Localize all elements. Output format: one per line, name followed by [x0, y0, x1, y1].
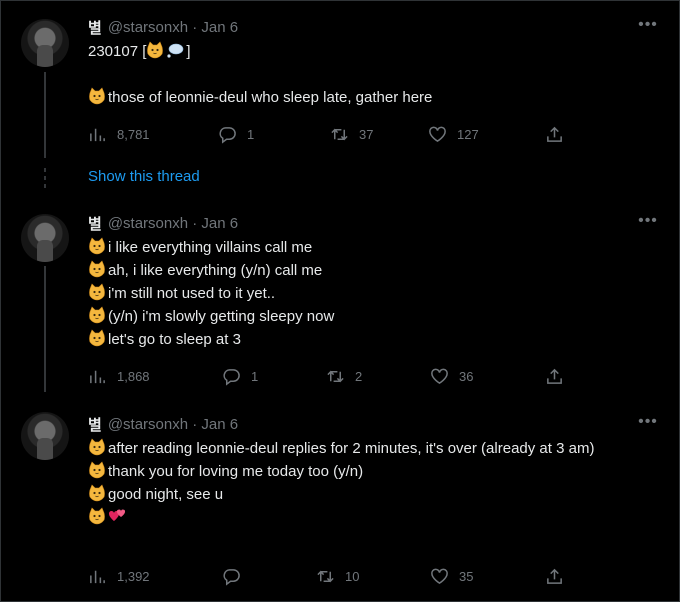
reply-icon: [219, 126, 236, 144]
tweet-line: good night, see u: [108, 486, 224, 503]
views-icon: [90, 128, 105, 141]
display-name[interactable]: 별: [88, 17, 102, 38]
share-icon: [547, 126, 562, 142]
like-button[interactable]: 36: [430, 366, 473, 386]
views-icon: [90, 570, 105, 583]
avatar[interactable]: [21, 412, 69, 460]
like-icon: [431, 568, 448, 584]
cat-face-emoji: [89, 329, 105, 347]
reply-count: 1: [251, 368, 259, 384]
tweet-line: after reading leonnie-deul replies for 2…: [108, 440, 595, 457]
display-name[interactable]: 별: [88, 414, 102, 435]
views-button[interactable]: 1,392: [88, 566, 150, 586]
reply-button[interactable]: [222, 566, 251, 586]
cat-face-emoji: [89, 306, 105, 324]
cat-face-emoji: [147, 41, 164, 59]
thread-line: [44, 266, 46, 392]
more-icon[interactable]: •••: [638, 17, 658, 38]
cat-face-emoji: [89, 438, 105, 456]
views-count: 8,781: [117, 126, 150, 142]
share-icon: [547, 568, 562, 584]
reply-button[interactable]: 1: [222, 366, 258, 386]
handle-date[interactable]: @starsonxh · Jan 6: [108, 215, 238, 232]
tweet-line: (y/n) i'm slowly getting sleepy now: [108, 308, 335, 325]
reply-count: 1: [247, 126, 255, 142]
retweet-count: 37: [359, 126, 374, 142]
tweet-line: thank you for loving me today too (y/n): [108, 463, 364, 480]
retweet-icon: [331, 128, 348, 140]
tweet-line: i like everything villains call me: [108, 239, 313, 256]
retweet-icon: [327, 370, 344, 382]
thread-dots: [44, 168, 46, 192]
avatar[interactable]: [21, 19, 69, 67]
handle-date[interactable]: @starsonxh · Jan 6: [108, 416, 238, 433]
like-icon: [431, 368, 448, 384]
like-count: 35: [459, 568, 474, 584]
cat-face-emoji: [89, 260, 105, 278]
like-count: 36: [459, 368, 474, 384]
retweet-button[interactable]: 37: [330, 124, 373, 144]
like-icon: [429, 126, 446, 142]
tweet-header: 별 @starsonxh · Jan 6: [88, 17, 238, 37]
thread-line: [44, 72, 46, 158]
cat-face-emoji: [89, 87, 105, 105]
tweet-line: ah, i like everything (y/n) call me: [108, 262, 323, 279]
views-button[interactable]: 1,868: [88, 366, 150, 386]
tweet-header: 별 @starsonxh · Jan 6: [88, 414, 238, 434]
tweet-line: let's go to sleep at 3: [108, 331, 241, 348]
retweet-count: 10: [345, 568, 360, 584]
display-name[interactable]: 별: [88, 213, 102, 234]
tweet-text: after reading leonnie-deul replies for 2…: [88, 437, 638, 529]
like-button[interactable]: 127: [428, 124, 479, 144]
reply-button[interactable]: 1: [218, 124, 254, 144]
like-button[interactable]: 35: [430, 566, 473, 586]
views-button[interactable]: 8,781: [88, 124, 150, 144]
avatar[interactable]: [21, 214, 69, 262]
tweet-text: 230107 [] those of leonnie-deul who slee…: [88, 40, 648, 109]
like-count: 127: [457, 126, 479, 142]
share-button[interactable]: [545, 124, 564, 144]
two-hearts-emoji: [108, 509, 126, 521]
thought-balloon-emoji: [167, 43, 184, 58]
tweet-line-suffix: ]: [186, 43, 191, 60]
retweet-button[interactable]: 2: [326, 366, 362, 386]
more-icon[interactable]: •••: [638, 414, 658, 435]
cat-face-emoji: [89, 237, 105, 255]
retweet-count: 2: [355, 368, 363, 384]
handle-date[interactable]: @starsonxh · Jan 6: [108, 19, 238, 36]
retweet-button[interactable]: 10: [316, 566, 359, 586]
share-button[interactable]: [545, 566, 564, 586]
tweet-text: i like everything villains call me ah, i…: [88, 236, 648, 351]
views-icon: [90, 370, 105, 383]
retweet-icon: [317, 570, 334, 582]
views-count: 1,392: [117, 568, 150, 584]
tweet-actions: 8,781 1 37 127: [88, 124, 588, 144]
tweet-header: 별 @starsonxh · Jan 6: [88, 213, 238, 233]
tweet-line: i'm still not used to it yet..: [108, 285, 276, 302]
cat-face-emoji: [89, 507, 105, 525]
tweet-line: those of leonnie-deul who sleep late, ga…: [108, 89, 433, 106]
show-thread-link[interactable]: Show this thread: [88, 168, 200, 185]
cat-face-emoji: [89, 283, 105, 301]
tweet-actions: 1,868 1 2 36: [88, 366, 588, 386]
cat-face-emoji: [89, 484, 105, 502]
cat-face-emoji: [89, 461, 105, 479]
views-count: 1,868: [117, 368, 150, 384]
share-button[interactable]: [545, 366, 564, 386]
reply-icon: [223, 368, 240, 386]
more-icon[interactable]: •••: [638, 213, 658, 234]
reply-icon: [223, 568, 240, 586]
tweet-line: 230107 [: [88, 43, 147, 60]
share-icon: [547, 368, 562, 384]
tweet-actions: 1,392 10 35: [88, 566, 588, 586]
